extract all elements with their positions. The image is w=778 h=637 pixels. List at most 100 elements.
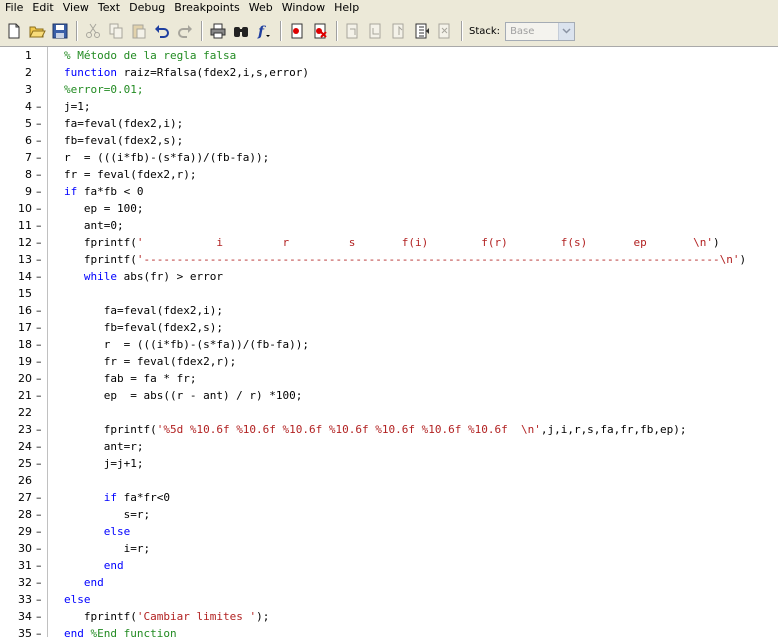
code-line[interactable]: 24– ant=r; (0, 438, 778, 455)
code-line[interactable]: 12– fprintf(' i r s f(i) f(r) f(s) ep \n… (0, 234, 778, 251)
breakpoint-marker[interactable]: – (36, 523, 44, 540)
code-line[interactable]: 18– r = (((i*fb)-(s*fa))/(fb-fa)); (0, 336, 778, 353)
code-line[interactable]: 9– if fa*fb < 0 (0, 183, 778, 200)
set-breakpoint-button[interactable] (286, 20, 308, 42)
breakpoint-marker[interactable]: – (36, 421, 44, 438)
breakpoint-marker[interactable]: – (36, 251, 44, 268)
code-line[interactable]: 27– if fa*fr<0 (0, 489, 778, 506)
breakpoint-marker[interactable]: – (36, 183, 44, 200)
breakpoint-marker[interactable]: – (36, 438, 44, 455)
breakpoint-marker[interactable]: – (36, 455, 44, 472)
breakpoint-marker[interactable]: – (36, 149, 44, 166)
code-line[interactable]: 13– fprintf('---------------------------… (0, 251, 778, 268)
exit-debug-button[interactable] (434, 20, 456, 42)
breakpoint-marker[interactable]: – (36, 608, 44, 625)
step-out-button[interactable] (388, 20, 410, 42)
new-file-button[interactable] (3, 20, 25, 42)
breakpoint-marker[interactable]: – (36, 489, 44, 506)
code-line[interactable]: 25– j=j+1; (0, 455, 778, 472)
menu-text[interactable]: Text (93, 0, 124, 16)
code-line[interactable]: 22 (0, 404, 778, 421)
menu-file[interactable]: File (0, 0, 27, 16)
code-line[interactable]: 29– else (0, 523, 778, 540)
code-line[interactable]: 20– fab = fa * fr; (0, 370, 778, 387)
cut-button[interactable] (82, 20, 104, 42)
menu-view[interactable]: View (58, 0, 93, 16)
line-number: 25 (18, 457, 32, 470)
code-line[interactable]: 5– fa=feval(fdex2,i); (0, 115, 778, 132)
find-button[interactable] (230, 20, 252, 42)
step-button[interactable] (342, 20, 364, 42)
code-line[interactable]: 6– fb=feval(fdex2,s); (0, 132, 778, 149)
menu-edit[interactable]: Edit (27, 0, 57, 16)
menu-window[interactable]: Window (277, 0, 329, 16)
continue-button[interactable] (411, 20, 433, 42)
code-line[interactable]: 14– while abs(fr) > error (0, 268, 778, 285)
code-line[interactable]: 17– fb=feval(fdex2,s); (0, 319, 778, 336)
code-line[interactable]: 30– i=r; (0, 540, 778, 557)
menu-debug[interactable]: Debug (124, 0, 169, 16)
code-token: fprintf( (64, 423, 157, 436)
breakpoint-marker[interactable]: – (36, 132, 44, 149)
print-button[interactable] (207, 20, 229, 42)
breakpoint-marker[interactable]: – (36, 625, 44, 637)
code-line[interactable]: 7– r = (((i*fb)-(s*fa))/(fb-fa)); (0, 149, 778, 166)
code-line[interactable]: 1 % Método de la regla falsa (0, 47, 778, 64)
redo-button[interactable] (174, 20, 196, 42)
breakpoint-marker[interactable]: – (36, 302, 44, 319)
code-line[interactable]: 16– fa=feval(fdex2,i); (0, 302, 778, 319)
code-line[interactable]: 3 %error=0.01; (0, 81, 778, 98)
copy-button[interactable] (105, 20, 127, 42)
breakpoint-marker[interactable]: – (36, 166, 44, 183)
breakpoint-marker[interactable]: – (36, 217, 44, 234)
chevron-down-icon[interactable] (558, 22, 575, 40)
open-file-button[interactable] (26, 20, 48, 42)
breakpoint-marker[interactable]: – (36, 370, 44, 387)
breakpoint-marker[interactable]: – (36, 336, 44, 353)
breakpoint-marker[interactable]: – (36, 234, 44, 251)
code-line[interactable]: 4– j=1; (0, 98, 778, 115)
code-line[interactable]: 15 (0, 285, 778, 302)
code-line[interactable]: 32– end (0, 574, 778, 591)
breakpoint-marker[interactable]: – (36, 319, 44, 336)
breakpoint-marker[interactable]: – (36, 574, 44, 591)
breakpoint-marker[interactable]: – (36, 557, 44, 574)
save-button[interactable] (49, 20, 71, 42)
code-line[interactable]: 31– end (0, 557, 778, 574)
code-text: function raiz=Rfalsa(fdex2,i,s,error) (64, 64, 309, 81)
line-number: 32 (18, 576, 32, 589)
code-line[interactable]: 23– fprintf('%5d %10.6f %10.6f %10.6f %1… (0, 421, 778, 438)
line-number: 20 (18, 372, 32, 385)
code-line[interactable]: 2 function raiz=Rfalsa(fdex2,i,s,error) (0, 64, 778, 81)
code-token: fprintf( (64, 236, 137, 249)
breakpoint-marker[interactable]: – (36, 200, 44, 217)
code-line[interactable]: 10– ep = 100; (0, 200, 778, 217)
breakpoint-marker[interactable]: – (36, 353, 44, 370)
menu-help[interactable]: Help (329, 0, 363, 16)
breakpoint-marker[interactable]: – (36, 591, 44, 608)
breakpoint-marker[interactable]: – (36, 115, 44, 132)
function-button[interactable]: f (253, 20, 275, 42)
breakpoint-marker[interactable]: – (36, 506, 44, 523)
menu-breakpoints[interactable]: Breakpoints (169, 0, 244, 16)
code-line[interactable]: 28– s=r; (0, 506, 778, 523)
paste-button[interactable] (128, 20, 150, 42)
undo-button[interactable] (151, 20, 173, 42)
code-line[interactable]: 34– fprintf('Cambiar limites '); (0, 608, 778, 625)
stack-dropdown[interactable]: Base (505, 21, 576, 41)
code-line[interactable]: 33– else (0, 591, 778, 608)
code-line[interactable]: 11– ant=0; (0, 217, 778, 234)
code-line[interactable]: 19– fr = feval(fdex2,r); (0, 353, 778, 370)
breakpoint-marker[interactable]: – (36, 268, 44, 285)
breakpoint-marker[interactable]: – (36, 540, 44, 557)
step-in-button[interactable] (365, 20, 387, 42)
menu-web[interactable]: Web (244, 0, 277, 16)
clear-breakpoint-button[interactable] (309, 20, 331, 42)
breakpoint-marker[interactable]: – (36, 387, 44, 404)
code-line[interactable]: 26 (0, 472, 778, 489)
code-line[interactable]: 35– end %End function (0, 625, 778, 637)
code-line[interactable]: 21– ep = abs((r - ant) / r) *100; (0, 387, 778, 404)
code-editor[interactable]: 1 % Método de la regla falsa 2 function rai… (0, 47, 778, 637)
breakpoint-marker[interactable]: – (36, 98, 44, 115)
code-line[interactable]: 8– fr = feval(fdex2,r); (0, 166, 778, 183)
